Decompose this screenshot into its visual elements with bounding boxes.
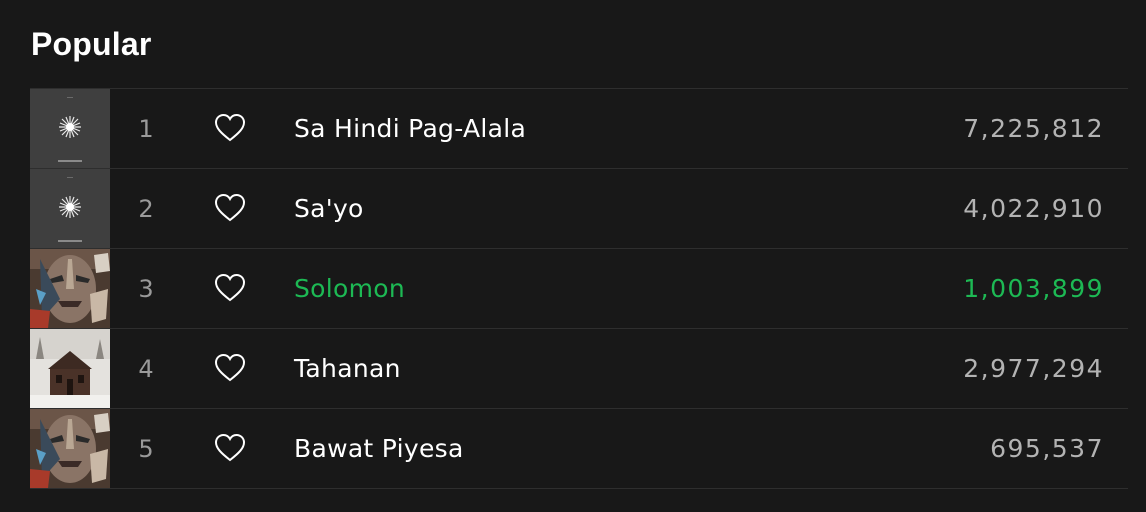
track-number: 5 (138, 434, 154, 463)
track-title[interactable]: Sa Hindi Pag-Alala (294, 114, 526, 143)
track-title[interactable]: Tahanan (294, 354, 401, 383)
track-row[interactable]: 3 Solomon 1,003,899 (30, 248, 1128, 328)
heart-outline-icon[interactable] (214, 433, 246, 463)
album-art-cabin[interactable] (30, 329, 110, 408)
track-number: 4 (138, 354, 154, 383)
album-art-starburst[interactable] (30, 89, 110, 168)
heart-outline-icon[interactable] (214, 193, 246, 223)
heart-outline-icon[interactable] (214, 273, 246, 303)
track-row[interactable]: 5 Bawat Piyesa 695,537 (30, 408, 1128, 489)
tracklist: 1 Sa Hindi Pag-Alala 7,225,812 2 Sa'yo 4… (30, 88, 1128, 489)
track-number: 3 (138, 274, 154, 303)
track-row[interactable]: 2 Sa'yo 4,022,910 (30, 168, 1128, 248)
track-title[interactable]: Bawat Piyesa (294, 434, 464, 463)
play-count: 1,003,899 (963, 274, 1104, 303)
heart-outline-icon[interactable] (214, 353, 246, 383)
track-row[interactable]: 1 Sa Hindi Pag-Alala 7,225,812 (30, 88, 1128, 168)
play-count: 2,977,294 (963, 354, 1104, 383)
track-number: 1 (138, 114, 154, 143)
section-title: Popular (31, 26, 152, 62)
track-title[interactable]: Sa'yo (294, 194, 364, 223)
album-art-painted-face[interactable] (30, 249, 110, 328)
track-number: 2 (138, 194, 154, 223)
album-art-starburst[interactable] (30, 169, 110, 248)
play-count: 695,537 (990, 434, 1104, 463)
play-count: 4,022,910 (963, 194, 1104, 223)
play-count: 7,225,812 (963, 114, 1104, 143)
track-title[interactable]: Solomon (294, 274, 405, 303)
popular-tracks-section: Popular 1 Sa Hindi Pag-Alala 7,225,812 2… (0, 0, 1146, 512)
track-row[interactable]: 4 Tahanan 2,977,294 (30, 328, 1128, 408)
album-art-painted-face[interactable] (30, 409, 110, 488)
heart-outline-icon[interactable] (214, 113, 246, 143)
